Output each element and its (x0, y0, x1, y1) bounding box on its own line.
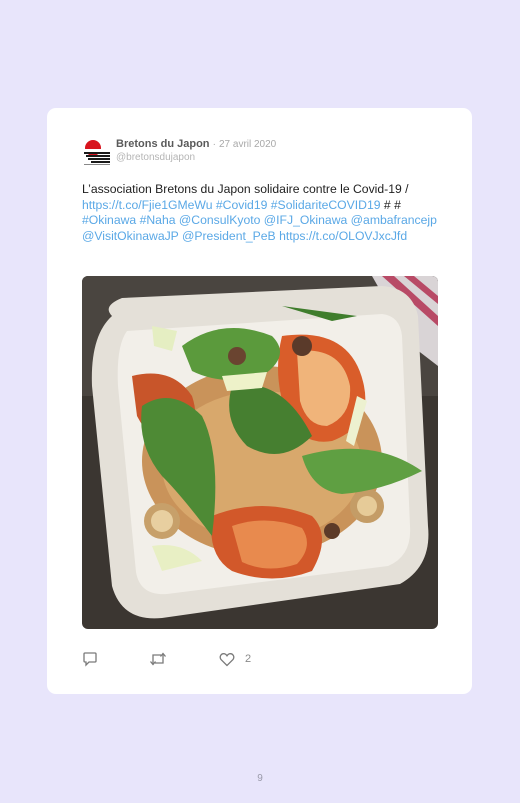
retweet-button[interactable] (149, 650, 167, 668)
tweet-link[interactable]: https://t.co/Fjie1GMeWu (82, 198, 213, 212)
avatar-logo (82, 140, 112, 165)
tweet-link[interactable]: #Naha (140, 213, 176, 227)
tweet-text-segment: L’association Bretons du Japon solidaire… (82, 182, 409, 196)
tweet-link[interactable]: @VisitOkinawaJP (82, 229, 179, 243)
tweet-card: Bretons du Japon · 27 avril 2020 @breton… (47, 108, 472, 694)
like-count: 2 (245, 653, 252, 665)
tweet-header: Bretons du Japon · 27 avril 2020 @breton… (82, 136, 442, 168)
tweet-link[interactable]: @IFJ_Okinawa (264, 213, 348, 227)
reply-button[interactable] (82, 650, 98, 668)
tweet-link[interactable]: @ambafrancejp (351, 213, 437, 227)
tweet-link[interactable]: #Covid19 (216, 198, 268, 212)
tweet-link[interactable]: https://t.co/OLOVJxcJfd (279, 229, 407, 243)
heart-icon (219, 652, 235, 666)
tweet-photo[interactable] (82, 276, 438, 629)
reply-icon (83, 652, 97, 667)
tweet-link[interactable]: #Okinawa (82, 213, 136, 227)
page-number: 9 (257, 773, 263, 784)
tweet-link[interactable]: #SolidariteCOVID19 (271, 198, 381, 212)
author-name[interactable]: Bretons du Japon (116, 138, 210, 150)
food-photo (82, 276, 438, 629)
separator: · (212, 139, 216, 150)
tweet-actions: 2 (82, 650, 440, 670)
author-line: Bretons du Japon · 27 avril 2020 (116, 138, 276, 150)
tweet-text: L’association Bretons du Japon solidaire… (82, 182, 440, 244)
tweet-date[interactable]: 27 avril 2020 (219, 139, 276, 150)
author-handle[interactable]: @bretonsdujapon (116, 152, 195, 163)
retweet-icon (150, 652, 166, 666)
tweet-link[interactable]: @President_PeB (182, 229, 276, 243)
avatar[interactable] (82, 138, 112, 166)
like-button[interactable]: 2 (219, 650, 251, 668)
tweet-text-segment: # # (380, 197, 401, 212)
tweet-link[interactable]: @ConsulKyoto (179, 213, 260, 227)
